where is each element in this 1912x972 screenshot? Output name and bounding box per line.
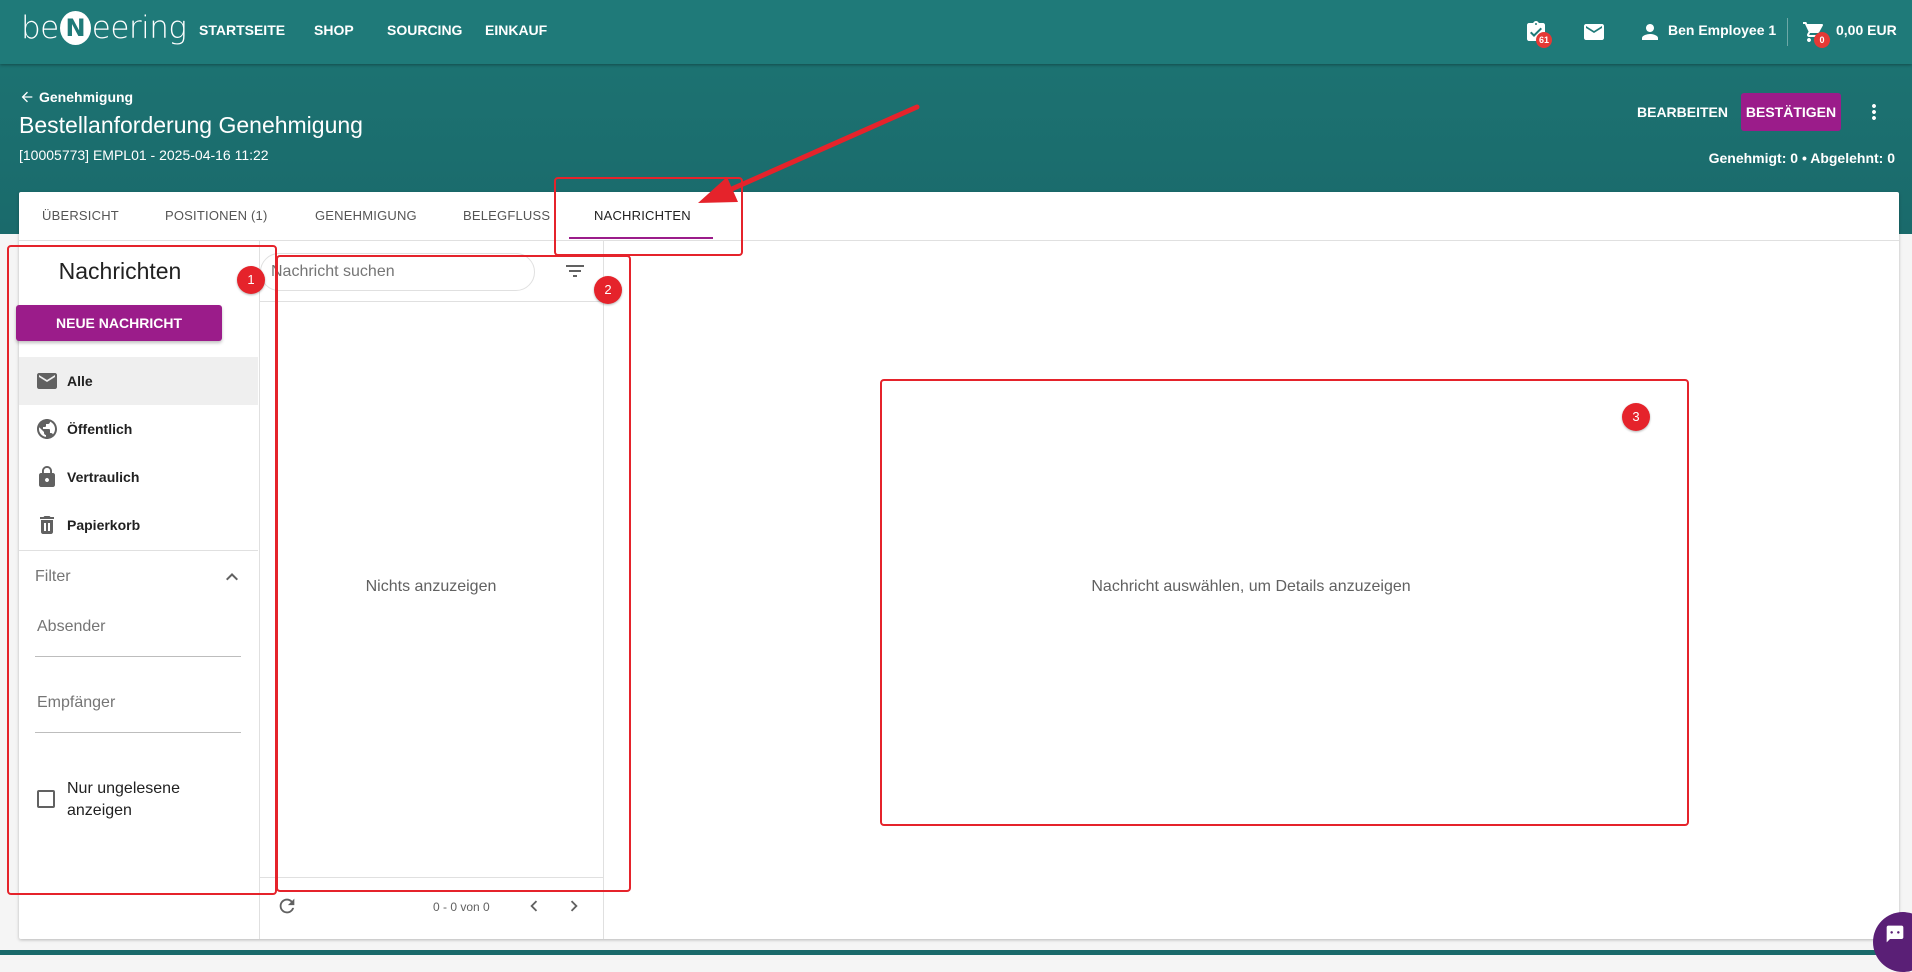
annotation-number-2: 2 xyxy=(594,276,622,304)
previous-page-button[interactable] xyxy=(523,895,545,917)
nav-divider xyxy=(1787,18,1788,46)
person-icon xyxy=(1642,24,1658,40)
annotation-box-detail xyxy=(880,379,1689,826)
nav-item-startseite[interactable]: STARTSEITE xyxy=(199,22,285,38)
document-reference: [10005773] EMPL01 - 2025-04-16 11:22 xyxy=(19,147,269,163)
logo-mark: N xyxy=(59,11,91,45)
approval-status: Genehmigt: 0 • Abgelehnt: 0 xyxy=(1708,150,1895,166)
top-navigation-bar: be Neering STARTSEITE SHOP SOURCING EINKA… xyxy=(0,0,1912,64)
tab-positionen[interactable]: POSITIONEN (1) xyxy=(165,208,267,223)
user-menu[interactable]: Ben Employee 1 xyxy=(1668,22,1776,38)
refresh-icon xyxy=(279,898,295,914)
cart-button[interactable]: 0 xyxy=(1802,20,1830,48)
nav-item-einkauf[interactable]: EINKAUF xyxy=(485,22,547,38)
back-link-label: Genehmigung xyxy=(39,89,134,105)
arrow-back-icon xyxy=(21,91,33,103)
annotation-number-1: 1 xyxy=(237,266,265,294)
refresh-button[interactable] xyxy=(276,895,298,917)
cart-badge: 0 xyxy=(1814,32,1830,48)
logo-text-right: eering xyxy=(91,10,187,46)
logo[interactable]: be Neering xyxy=(21,10,187,46)
nav-item-shop[interactable]: SHOP xyxy=(314,22,354,38)
tab-genehmigung[interactable]: GENEHMIGUNG xyxy=(315,208,417,223)
tab-uebersicht[interactable]: ÜBERSICHT xyxy=(42,208,119,223)
chevron-right-icon xyxy=(570,900,578,912)
cart-total[interactable]: 0,00 EUR xyxy=(1836,22,1897,38)
annotation-box-folders xyxy=(7,245,277,895)
edit-button[interactable]: BEARBEITEN xyxy=(1629,93,1736,131)
approvals-button[interactable]: 61 xyxy=(1524,20,1552,48)
logo-text-left: be xyxy=(21,10,59,46)
back-link[interactable]: Genehmigung xyxy=(19,89,133,105)
nav-item-sourcing[interactable]: SOURCING xyxy=(387,22,462,38)
annotation-number-3: 3 xyxy=(1622,403,1650,431)
approvals-badge: 61 xyxy=(1536,32,1552,48)
chat-bot-icon xyxy=(1886,925,1904,943)
confirm-button[interactable]: BESTÄTIGEN xyxy=(1741,93,1841,131)
chevron-left-icon xyxy=(530,900,538,912)
more-menu-button[interactable] xyxy=(1862,100,1886,124)
user-icon-button[interactable] xyxy=(1638,20,1662,44)
more-vert-icon xyxy=(1872,104,1876,120)
annotation-box-tab xyxy=(554,177,743,256)
tab-bar: ÜBERSICHT POSITIONEN (1) GENEHMIGUNG BEL… xyxy=(19,192,1899,241)
next-page-button[interactable] xyxy=(563,895,585,917)
mail-icon xyxy=(1584,24,1604,40)
page-bottom-border xyxy=(0,950,1912,955)
mail-button[interactable] xyxy=(1582,20,1606,44)
page-title: Bestellanforderung Genehmigung xyxy=(19,112,363,138)
pagination-count: 0 - 0 von 0 xyxy=(433,900,490,914)
tab-belegfluss[interactable]: BELEGFLUSS xyxy=(463,208,550,223)
annotation-box-list xyxy=(276,255,631,892)
